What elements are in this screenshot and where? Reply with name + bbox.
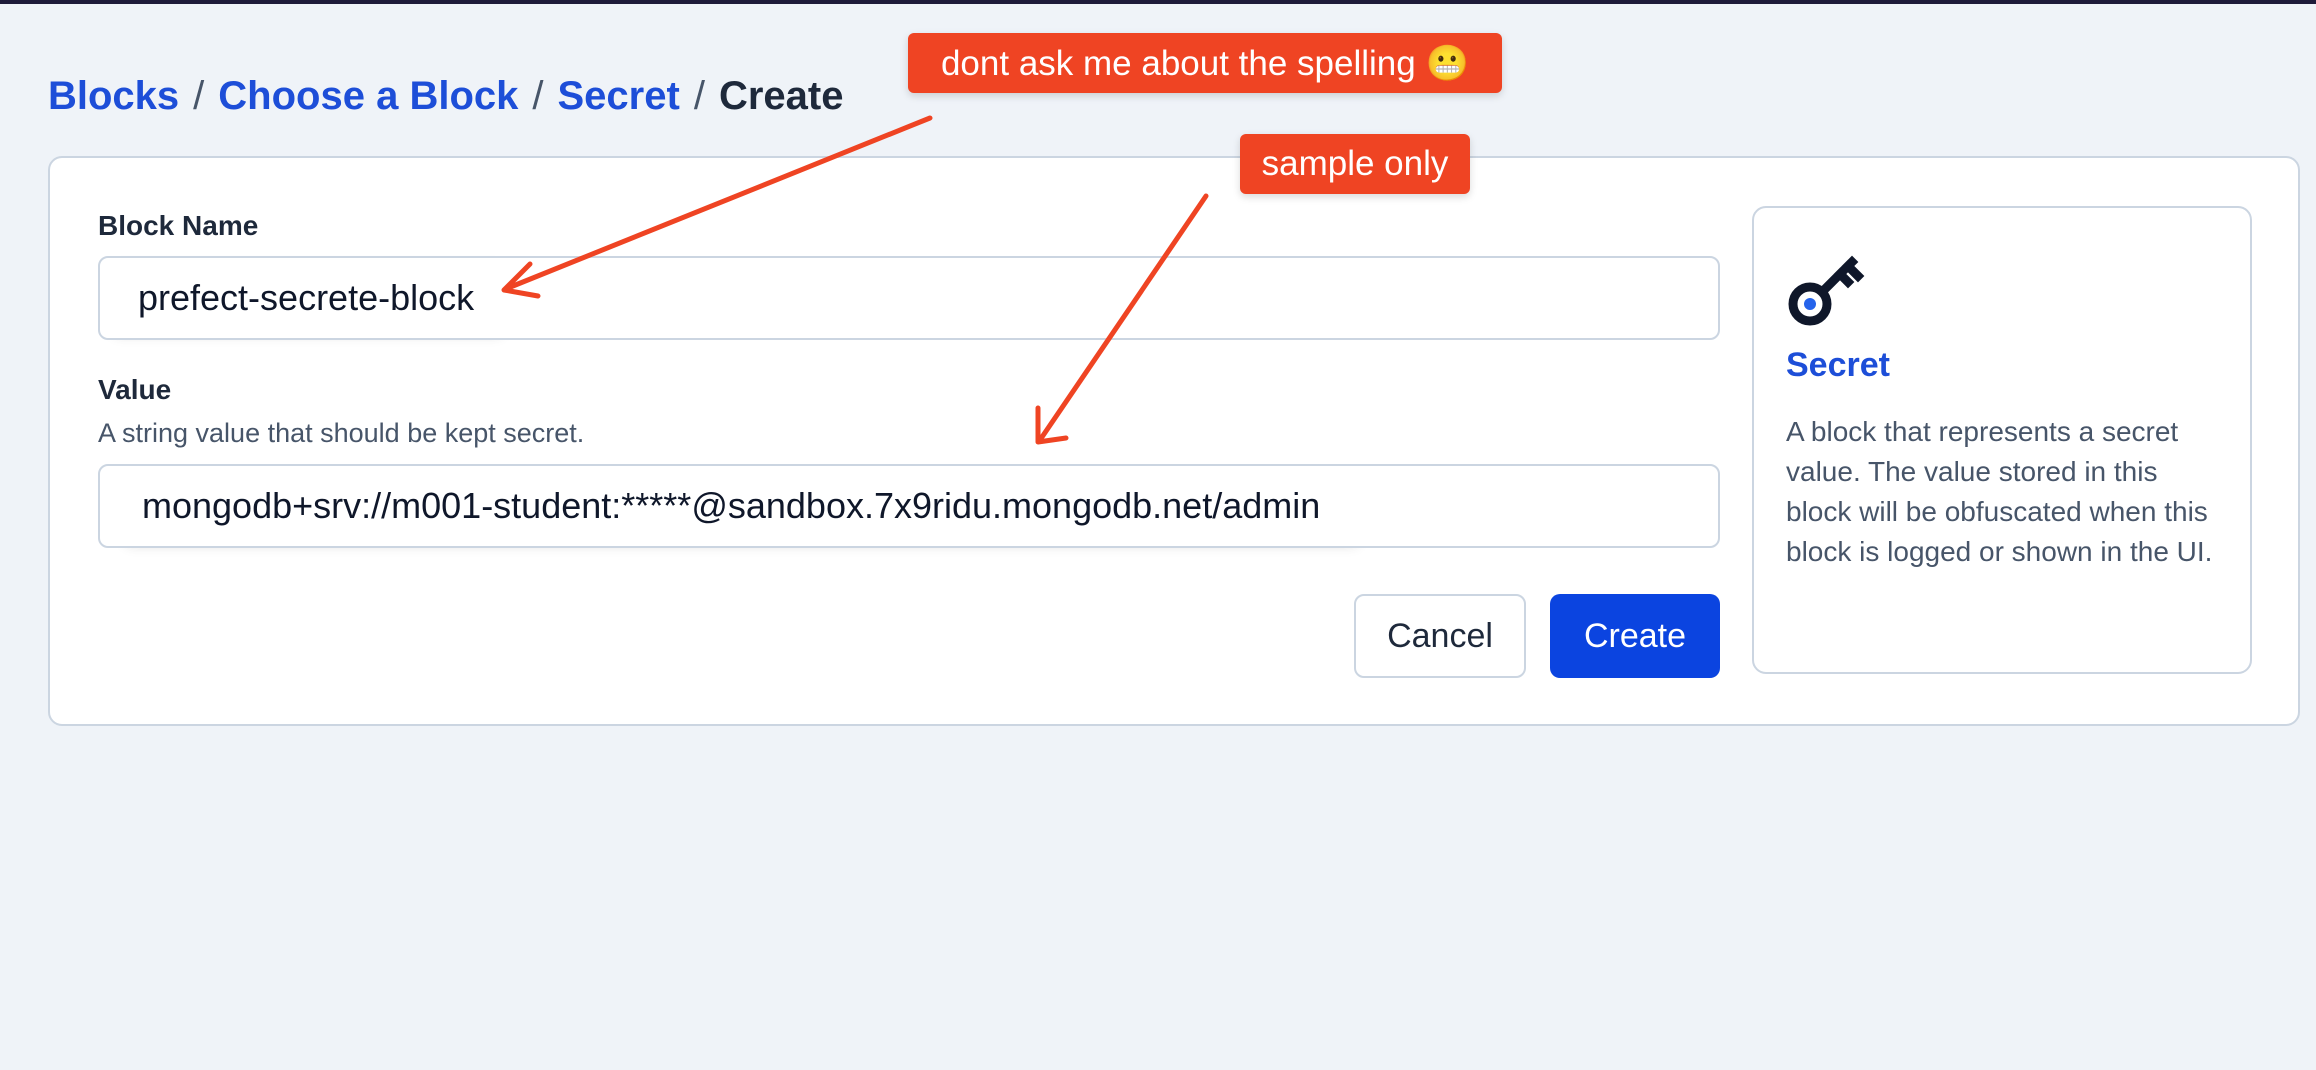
value-label: Value bbox=[98, 374, 172, 405]
breadcrumb-current: Create bbox=[718, 74, 844, 118]
spelling-annotation: dont ask me about the spelling 😬 bbox=[908, 33, 1502, 93]
value-description: A string value that should be kept secre… bbox=[98, 418, 585, 448]
key-icon bbox=[1788, 255, 1865, 326]
breadcrumb-separator: / bbox=[193, 74, 205, 118]
breadcrumb-blocks-link[interactable]: Blocks bbox=[48, 74, 179, 118]
create-button[interactable]: Create bbox=[1550, 594, 1720, 678]
block-form-card: Block Name Value A string value that sho… bbox=[48, 156, 2300, 726]
breadcrumb-secret-link[interactable]: Secret bbox=[558, 74, 680, 118]
block-type-description: A block that represents a secret value. … bbox=[1786, 416, 2213, 567]
breadcrumb-separator: / bbox=[693, 74, 705, 118]
block-name-input[interactable] bbox=[98, 256, 1720, 340]
top-bar bbox=[0, 0, 2316, 4]
sample-annotation: sample only bbox=[1240, 134, 1470, 194]
cancel-button[interactable]: Cancel bbox=[1354, 594, 1526, 678]
value-input[interactable] bbox=[98, 464, 1720, 548]
block-type-info-card: Secret A block that represents a secret … bbox=[1752, 206, 2252, 674]
block-name-label: Block Name bbox=[98, 210, 259, 241]
block-type-title: Secret bbox=[1786, 346, 1890, 384]
breadcrumb-separator: / bbox=[532, 74, 544, 118]
breadcrumb-choose-block-link[interactable]: Choose a Block bbox=[218, 74, 518, 118]
breadcrumb: Blocks / Choose a Block / Secret / Create bbox=[48, 70, 843, 122]
